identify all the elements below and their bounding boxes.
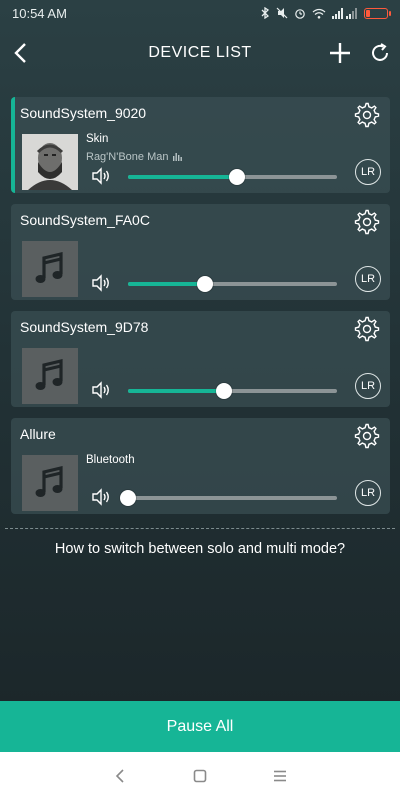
device-card[interactable]: SoundSystem_FA0C LR [11,204,390,300]
status-time: 10:54 AM [12,5,67,21]
bluetooth-icon [261,7,270,19]
gear-icon[interactable] [353,208,381,236]
album-art [22,241,78,297]
track-title: Bluetooth [86,454,135,466]
album-art [22,134,78,190]
device-name: Allure [20,426,56,442]
equalizer-icon [173,153,183,161]
home-nav-icon [193,769,207,783]
status-bar: 10:54 AM [0,0,400,26]
alarm-icon [295,9,305,19]
artist-photo [22,134,78,190]
channel-lr-button[interactable]: LR [355,480,381,506]
volume-slider[interactable] [120,490,337,506]
recents-nav-icon [274,770,286,782]
channel-lr-button[interactable]: LR [355,266,381,292]
back-button[interactable] [6,38,36,68]
music-note-icon [35,359,63,390]
mute-icon [276,7,288,19]
channel-lr-button[interactable]: LR [355,373,381,399]
volume-slider[interactable] [128,169,337,185]
back-nav-icon [115,769,124,783]
battery-icon [364,7,391,19]
volume-slider[interactable] [128,383,337,399]
album-art [22,455,78,511]
speaker-icon[interactable] [91,381,111,399]
volume-thumb[interactable] [229,169,245,185]
speaker-icon[interactable] [91,488,111,506]
divider [5,528,395,529]
track-title: Skin [86,133,109,145]
music-note-icon [35,252,63,283]
volume-thumb[interactable] [197,276,213,292]
nav-home-button[interactable] [185,761,215,791]
music-note-icon [35,466,63,497]
device-name: SoundSystem_9020 [20,105,147,121]
add-device-button[interactable] [325,38,355,68]
speaker-icon[interactable] [91,274,111,292]
volume-thumb[interactable] [216,383,232,399]
plus-icon [330,43,350,63]
gear-icon[interactable] [353,101,381,129]
device-card[interactable]: SoundSystem_9D78 LR [11,311,390,407]
refresh-button[interactable] [365,38,395,68]
gear-icon[interactable] [353,422,381,450]
device-card[interactable]: Allure Bluetooth LR [11,418,390,514]
gear-icon[interactable] [353,315,381,343]
status-icons [261,7,391,19]
device-list: SoundSystem_9020 Skin Rag'N'Bone Man LR … [11,97,390,525]
volume-fill [128,389,224,393]
nav-recents-button[interactable] [265,761,295,791]
volume-fill [128,175,237,179]
speaker-icon[interactable] [91,167,111,185]
refresh-icon [372,43,388,61]
device-name: SoundSystem_FA0C [20,212,150,228]
wifi-icon [312,8,326,19]
device-name: SoundSystem_9D78 [20,319,149,335]
device-card[interactable]: SoundSystem_9020 Skin Rag'N'Bone Man LR [11,97,390,193]
track-artist-row: Rag'N'Bone Man [86,151,183,163]
channel-lr-button[interactable]: LR [355,159,381,185]
volume-thumb[interactable] [120,490,136,506]
track-artist: Rag'N'Bone Man [86,151,169,163]
volume-fill [128,282,205,286]
header: DEVICE LIST [0,26,400,80]
volume-slider[interactable] [128,276,337,292]
pause-all-button[interactable]: Pause All [0,701,400,752]
signal-icon [332,7,357,19]
system-nav-bar [0,752,400,800]
album-art [22,348,78,404]
help-link[interactable]: How to switch between solo and multi mod… [0,541,400,557]
chevron-left-icon [14,43,26,63]
page-title: DEVICE LIST [148,44,252,61]
nav-back-button[interactable] [105,761,135,791]
